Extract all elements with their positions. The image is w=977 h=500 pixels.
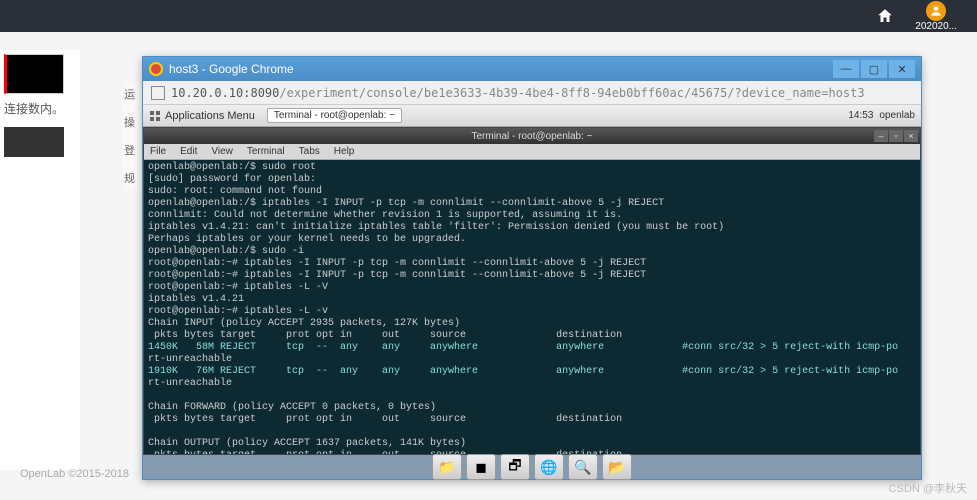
user-menu[interactable]: 202020... bbox=[915, 1, 957, 32]
url-bar[interactable]: 10.20.0.10:8090/experiment/console/be1e3… bbox=[143, 81, 921, 105]
dock-file-manager-icon[interactable]: 📁 bbox=[432, 454, 462, 480]
left-thumbnails-panel: 连接数内。 bbox=[0, 50, 80, 470]
terminal-minimize-button[interactable]: – bbox=[874, 130, 888, 142]
window-maximize-button[interactable]: ▢ bbox=[861, 60, 887, 78]
menu-edit[interactable]: Edit bbox=[180, 146, 197, 157]
side-label-3: 登 bbox=[124, 142, 142, 158]
url-port: :8090 bbox=[243, 86, 279, 100]
side-label-2: 操 bbox=[124, 114, 142, 130]
url-host: 10.20.0.10 bbox=[171, 86, 243, 100]
menu-view[interactable]: View bbox=[211, 146, 233, 157]
apps-menu-label[interactable]: Applications Menu bbox=[165, 110, 255, 122]
side-labels: 运 操 登 规 bbox=[122, 82, 144, 190]
chrome-titlebar[interactable]: host3 - Google Chrome — ▢ ✕ bbox=[143, 57, 921, 81]
terminal-title: Terminal - root@openlab: ~ bbox=[471, 131, 592, 142]
chrome-window: host3 - Google Chrome — ▢ ✕ 10.20.0.10:8… bbox=[142, 56, 922, 480]
cn-note: 连接数内。 bbox=[4, 100, 76, 117]
side-label-4: 规 bbox=[124, 170, 142, 186]
page-icon bbox=[151, 86, 165, 100]
terminal-titlebar[interactable]: Terminal - root@openlab: ~ – ▫ × bbox=[144, 128, 920, 144]
chrome-icon bbox=[149, 62, 163, 76]
menu-file[interactable]: File bbox=[150, 146, 166, 157]
panel-user[interactable]: openlab bbox=[879, 110, 915, 121]
dock-terminal-icon[interactable]: ◼ bbox=[466, 454, 496, 480]
menu-help[interactable]: Help bbox=[334, 146, 355, 157]
terminal-menubar: File Edit View Terminal Tabs Help bbox=[144, 144, 920, 160]
terminal-window: Terminal - root@openlab: ~ – ▫ × File Ed… bbox=[143, 127, 921, 455]
dock-browser-icon[interactable]: 🌐 bbox=[534, 454, 564, 480]
user-avatar-icon bbox=[926, 1, 946, 21]
side-label-1: 运 bbox=[124, 86, 142, 102]
watermark: CSDN @李秋天 bbox=[889, 480, 967, 496]
gnome-dock: 📁 ◼ 🗗 🌐 🔍 📂 bbox=[143, 455, 921, 479]
footer-copyright: OpenLab ©2015-2018 bbox=[20, 468, 129, 480]
thumbnail-1[interactable] bbox=[4, 54, 64, 94]
dock-windows-icon[interactable]: 🗗 bbox=[500, 454, 530, 480]
terminal-close-button[interactable]: × bbox=[904, 130, 918, 142]
dock-folder-icon[interactable]: 📂 bbox=[602, 454, 632, 480]
gnome-top-panel: Applications Menu Terminal - root@openla… bbox=[143, 105, 921, 127]
dock-search-icon[interactable]: 🔍 bbox=[568, 454, 598, 480]
window-close-button[interactable]: ✕ bbox=[889, 60, 915, 78]
home-icon[interactable] bbox=[875, 6, 895, 26]
url-path: /experiment/console/be1e3633-4b39-4be4-8… bbox=[279, 86, 864, 100]
terminal-body[interactable]: openlab@openlab:/$ sudo root [sudo] pass… bbox=[144, 160, 920, 454]
chrome-title: host3 - Google Chrome bbox=[169, 62, 294, 76]
window-minimize-button[interactable]: — bbox=[833, 60, 859, 78]
top-header: 202020... bbox=[0, 0, 977, 32]
user-label: 202020... bbox=[915, 21, 957, 32]
gnome-desktop: Applications Menu Terminal - root@openla… bbox=[143, 105, 921, 479]
panel-time: 14:53 bbox=[848, 110, 873, 121]
menu-tabs[interactable]: Tabs bbox=[299, 146, 320, 157]
url-text: 10.20.0.10:8090/experiment/console/be1e3… bbox=[171, 86, 865, 100]
apps-menu-icon[interactable] bbox=[149, 110, 161, 122]
menu-terminal[interactable]: Terminal bbox=[247, 146, 285, 157]
thumbnail-2[interactable] bbox=[4, 127, 64, 157]
panel-tab-terminal[interactable]: Terminal - root@openlab: ~ bbox=[267, 108, 402, 123]
terminal-maximize-button[interactable]: ▫ bbox=[889, 130, 903, 142]
